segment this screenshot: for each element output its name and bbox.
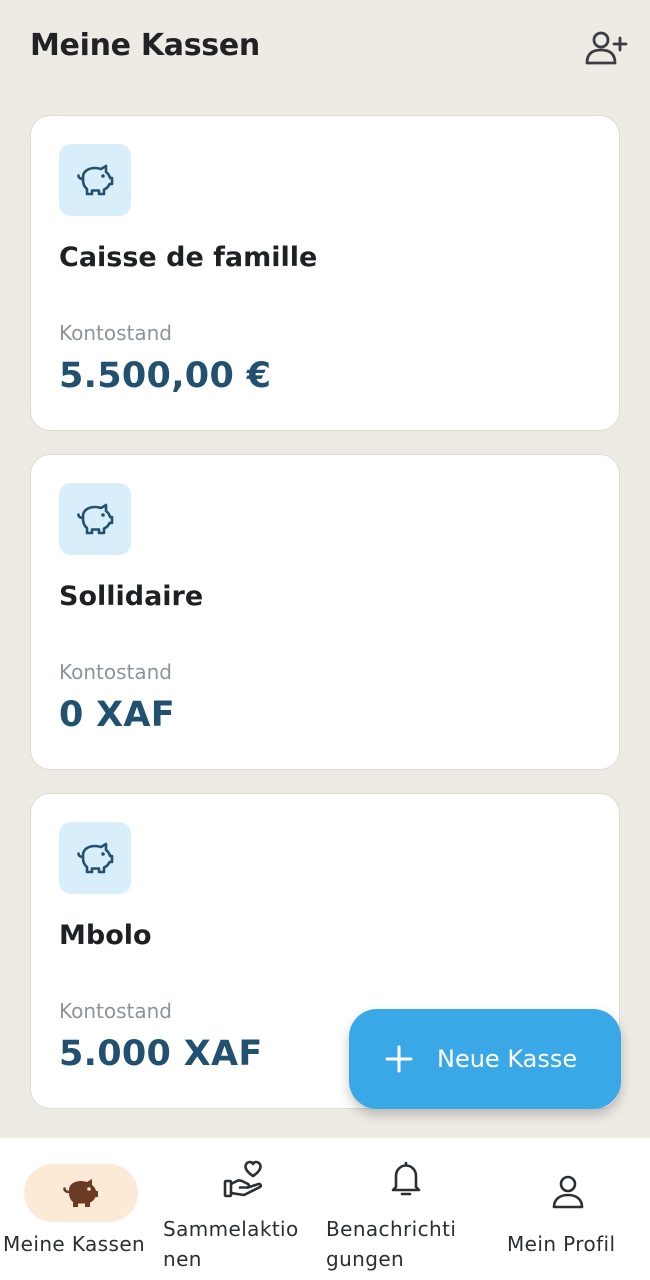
kasse-name: Caisse de famille — [59, 242, 318, 273]
nav-item-meine-kassen[interactable]: Meine Kassen — [0, 1138, 162, 1280]
bell-icon — [391, 1161, 421, 1196]
nav-label-line1: Benachrichti — [326, 1217, 457, 1241]
page-title: Meine Kassen — [30, 28, 260, 63]
card-icon-container — [59, 144, 131, 216]
nav-label-line2: gungen — [326, 1247, 405, 1271]
nav-item-sammelaktionen[interactable]: Sammelaktio nen — [162, 1138, 325, 1280]
bottom-navigation: Meine Kassen Sammelaktio nen Benachricht… — [0, 1138, 650, 1280]
plus-icon — [385, 1045, 413, 1073]
piggy-bank-icon — [77, 503, 114, 535]
kasse-card-sollidaire[interactable]: Sollidaire Kontostand 0 XAF — [30, 454, 620, 770]
kasse-card-caisse-de-famille[interactable]: Caisse de famille Kontostand 5.500,00 € — [30, 115, 620, 431]
card-icon-container — [59, 822, 131, 894]
nav-item-benachrichtigungen[interactable]: Benachrichti gungen — [325, 1138, 488, 1280]
balance-amount: 0 XAF — [59, 695, 176, 735]
nav-label-line1: Sammelaktio — [163, 1217, 299, 1241]
piggy-bank-icon — [77, 164, 114, 196]
balance-label: Kontostand — [59, 999, 172, 1023]
balance-label: Kontostand — [59, 321, 172, 345]
nav-label-line2: nen — [163, 1247, 202, 1271]
balance-amount: 5.500,00 € — [59, 356, 272, 396]
nav-label: Meine Kassen — [3, 1232, 146, 1256]
piggy-bank-icon — [63, 1179, 98, 1207]
balance-label: Kontostand — [59, 660, 172, 684]
add-member-button[interactable] — [582, 28, 630, 68]
new-kasse-button[interactable]: Neue Kasse — [349, 1009, 621, 1109]
nav-label: Mein Profil — [507, 1232, 616, 1256]
nav-item-mein-profil[interactable]: Mein Profil — [488, 1138, 650, 1280]
person-add-icon — [585, 31, 628, 65]
person-icon — [552, 1175, 584, 1209]
heart-hand-icon — [223, 1160, 263, 1198]
new-kasse-label: Neue Kasse — [437, 1045, 578, 1073]
balance-amount: 5.000 XAF — [59, 1034, 263, 1074]
kasse-name: Sollidaire — [59, 581, 204, 612]
piggy-bank-icon — [77, 842, 114, 874]
card-icon-container — [59, 483, 131, 555]
app-header: Meine Kassen — [0, 0, 650, 100]
kasse-name: Mbolo — [59, 920, 152, 951]
